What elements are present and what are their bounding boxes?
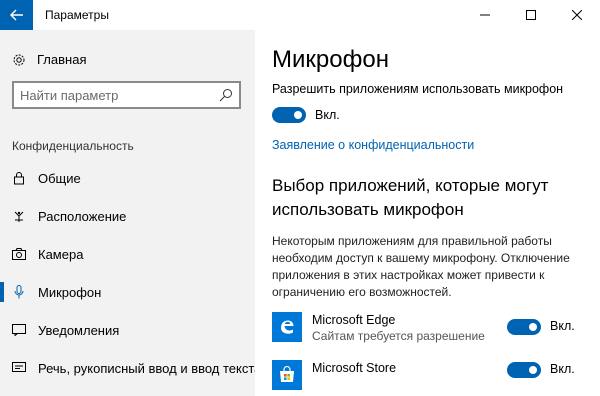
app-row-edge: Microsoft Edge Сайтам требуется разрешен…: [272, 312, 592, 348]
gear-icon: [13, 54, 25, 65]
minimize-button[interactable]: [462, 0, 508, 30]
permission-label: Разрешить приложениям использовать микро…: [272, 82, 564, 96]
sidebar-item-notifications[interactable]: Уведомления: [0, 314, 255, 346]
sidebar: Главная Конфиденциальность Общие Располо…: [0, 30, 261, 396]
search-input[interactable]: [20, 87, 210, 103]
apps-description: Некоторым приложениям для правильной раб…: [272, 234, 570, 299]
sidebar-item-speech[interactable]: Речь, рукописный ввод и ввод текста: [0, 352, 261, 384]
app-subtitle: Сайтам требуется разрешение: [312, 329, 485, 343]
minimize-icon: [480, 14, 490, 16]
permission-state: Вкл.: [315, 108, 340, 122]
store-microphone-toggle[interactable]: [507, 362, 541, 378]
app-toggle-state: Вкл.: [550, 362, 575, 376]
sidebar-item-label: Уведомления: [38, 322, 120, 338]
app-name: Microsoft Store: [312, 361, 397, 375]
window-title: Параметры: [45, 8, 109, 22]
microphone-permission-toggle[interactable]: [272, 107, 306, 123]
app-toggle-state: Вкл.: [550, 319, 575, 333]
page-title: Микрофон: [272, 46, 389, 73]
sidebar-item-label: Речь, рукописный ввод и ввод текста: [38, 360, 262, 376]
maximize-button[interactable]: [508, 0, 554, 30]
sidebar-item-location[interactable]: Расположение: [0, 200, 255, 232]
close-button[interactable]: [554, 0, 600, 30]
close-icon: [572, 10, 582, 20]
lock-icon: [12, 171, 26, 185]
maximize-icon: [526, 10, 536, 20]
section-title: Конфиденциальность: [12, 139, 134, 153]
location-icon: [12, 209, 26, 223]
search-box[interactable]: [12, 81, 241, 109]
sidebar-item-general[interactable]: Общие: [0, 162, 255, 194]
camera-icon: [12, 247, 26, 261]
back-arrow-icon: [9, 9, 23, 21]
microphone-icon: [12, 285, 26, 299]
sidebar-home[interactable]: Главная: [12, 52, 86, 67]
home-label: Главная: [37, 52, 87, 67]
app-name: Microsoft Edge: [312, 313, 396, 327]
toggle-knob: [529, 323, 537, 331]
toggle-knob: [294, 111, 302, 119]
toggle-knob: [529, 366, 537, 374]
notifications-icon: [12, 323, 26, 337]
privacy-statement-link[interactable]: Заявление о конфиденциальности: [272, 138, 474, 152]
sidebar-item-label: Расположение: [38, 208, 127, 224]
active-indicator: [0, 282, 4, 302]
sidebar-item-label: Камера: [38, 246, 84, 262]
sidebar-item-label: Общие: [38, 170, 81, 186]
search-icon[interactable]: [219, 88, 233, 102]
main-content: Микрофон Разрешить приложениям использов…: [255, 30, 600, 396]
speech-icon: [12, 361, 26, 375]
edge-icon: [272, 312, 302, 342]
sidebar-item-label: Микрофон: [38, 284, 102, 300]
apps-heading: Выбор приложений, которые могут использо…: [272, 176, 549, 219]
sidebar-item-camera[interactable]: Камера: [0, 238, 255, 270]
edge-microphone-toggle[interactable]: [507, 319, 541, 335]
store-icon: [272, 360, 302, 390]
title-bar: Параметры: [0, 0, 600, 30]
back-button[interactable]: [0, 0, 33, 30]
app-row-store: Microsoft Store Вкл.: [272, 360, 592, 396]
sidebar-item-microphone[interactable]: Микрофон: [0, 276, 255, 308]
